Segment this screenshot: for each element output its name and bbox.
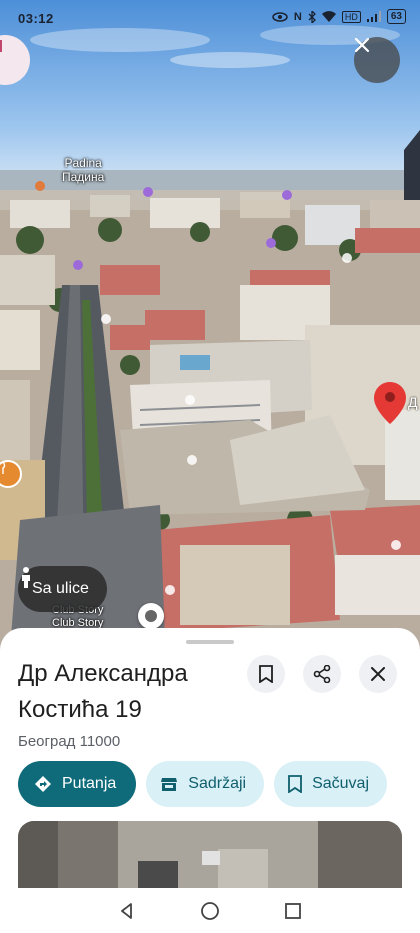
contents-button[interactable]: Sadržaji xyxy=(146,761,265,807)
venue-marker[interactable] xyxy=(138,603,164,629)
back-icon[interactable] xyxy=(118,902,136,920)
system-navigation-bar xyxy=(0,888,420,933)
battery-icon: 63 xyxy=(386,9,406,24)
pin-label: Д xyxy=(408,394,418,410)
save-icon-button[interactable] xyxy=(247,655,285,693)
fork-knife-icon xyxy=(2,462,6,474)
signal-icon xyxy=(366,11,381,22)
recents-icon[interactable] xyxy=(284,902,302,920)
close-3d-view-button[interactable] xyxy=(354,37,400,83)
directions-button[interactable]: Putanja xyxy=(18,761,137,807)
close-sheet-button[interactable] xyxy=(359,655,397,693)
sheet-drag-handle[interactable] xyxy=(186,640,234,644)
map-label-padina[interactable]: Padina Падина xyxy=(62,156,104,184)
aerial-city-imagery xyxy=(0,0,420,650)
directions-icon xyxy=(35,776,51,792)
eye-icon xyxy=(272,11,288,22)
video-icon xyxy=(0,40,2,52)
action-chips: Putanja Sadržaji Sačuvaj xyxy=(18,761,387,807)
share-icon xyxy=(313,665,331,683)
contents-label: Sadržaji xyxy=(188,775,247,792)
map-3d-view[interactable]: Padina Падина Club Story Club Story Д Sa… xyxy=(0,0,420,650)
status-icons: N HD 63 xyxy=(272,9,406,24)
close-icon xyxy=(354,37,370,53)
save-button[interactable]: Sačuvaj xyxy=(274,761,387,807)
bookmark-icon xyxy=(259,665,273,683)
status-time: 03:12 xyxy=(18,11,54,26)
nfc-icon: N xyxy=(293,10,302,23)
bluetooth-icon xyxy=(308,10,316,23)
directions-label: Putanja xyxy=(62,775,117,792)
close-icon xyxy=(371,667,385,681)
bookmark-icon xyxy=(288,775,302,793)
status-bar: 03:12 N HD 63 xyxy=(0,0,420,38)
share-button[interactable] xyxy=(303,655,341,693)
street-view-button[interactable]: Sa ulice xyxy=(18,566,107,612)
venue-marker-dot xyxy=(145,610,157,622)
street-view-label: Sa ulice xyxy=(32,580,89,597)
map-pin-icon xyxy=(374,382,406,424)
place-address: Београд 11000 xyxy=(18,733,121,750)
save-label: Sačuvaj xyxy=(312,775,369,792)
hd-badge: HD xyxy=(341,10,361,23)
place-title: Др Александра Костића 19 xyxy=(18,660,188,723)
pegman-icon xyxy=(22,567,30,588)
wifi-icon xyxy=(321,11,336,22)
store-icon xyxy=(161,778,178,791)
home-icon[interactable] xyxy=(200,901,220,921)
